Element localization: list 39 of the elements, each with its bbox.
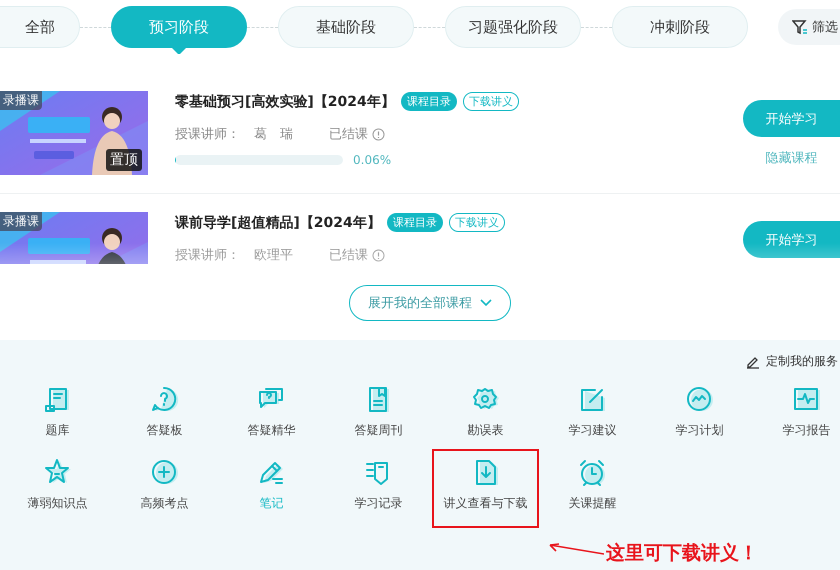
course-status: 已结课 — [329, 126, 368, 143]
chevron-down-icon — [480, 299, 492, 307]
service-tool[interactable]: 关课提醒 — [539, 451, 646, 526]
service-tool[interactable]: 高频考点 — [111, 451, 218, 526]
teacher-name: 葛 瑞 — [254, 126, 293, 143]
teacher-label: 授课讲师： — [175, 247, 240, 264]
stage-tab[interactable]: 冲刺阶段 — [612, 6, 748, 48]
customize-service-link[interactable]: 定制我的服务 — [746, 353, 838, 370]
service-tool[interactable]: 薄弱知识点 — [4, 451, 111, 526]
stage-tab[interactable]: 全部 — [0, 6, 80, 48]
filter-icon — [792, 19, 808, 35]
edit-icon — [746, 354, 760, 368]
course-type-badge: 录播课 — [0, 91, 42, 110]
course-title[interactable]: 课前导学[超值精品]【2024年】 — [175, 214, 381, 232]
stage-tab[interactable]: 基础阶段 — [278, 6, 414, 48]
service-tool[interactable]: 讲义查看与下载 — [432, 449, 539, 528]
progress-reading: 0.06% — [353, 153, 392, 167]
filter-button[interactable]: 筛选 — [778, 9, 840, 45]
service-tool[interactable]: 学习报告 — [753, 378, 840, 447]
course-status: 已结课 — [329, 247, 368, 264]
info-icon[interactable] — [372, 248, 385, 262]
service-tool[interactable]: 学习建议 — [539, 378, 646, 447]
info-icon[interactable] — [372, 128, 385, 140]
service-tool[interactable]: 答疑板 — [111, 378, 218, 447]
callout-text: 这里可下载讲义！ — [606, 541, 758, 566]
service-tool[interactable]: 勘误表 — [432, 378, 539, 447]
stage-tab[interactable]: 习题强化阶段 — [445, 6, 581, 48]
service-tool[interactable]: 答疑精华 — [218, 378, 325, 447]
teacher-label: 授课讲师： — [175, 126, 240, 143]
course-type-badge: 录播课 — [0, 212, 42, 231]
pinned-badge: 置顶 — [106, 149, 142, 171]
course-title[interactable]: 零基础预习[高效实验]【2024年】 — [175, 92, 395, 110]
teacher-name: 欧理平 — [254, 247, 293, 264]
callout-arrow — [548, 542, 604, 556]
service-tool[interactable]: 学习计划 — [646, 378, 753, 447]
service-tool[interactable]: 学习记录 — [325, 451, 432, 526]
selected-tab-pointer — [172, 48, 186, 54]
service-tool[interactable]: 题库 — [4, 378, 111, 447]
service-tool[interactable]: 答疑周刊 — [325, 378, 432, 447]
